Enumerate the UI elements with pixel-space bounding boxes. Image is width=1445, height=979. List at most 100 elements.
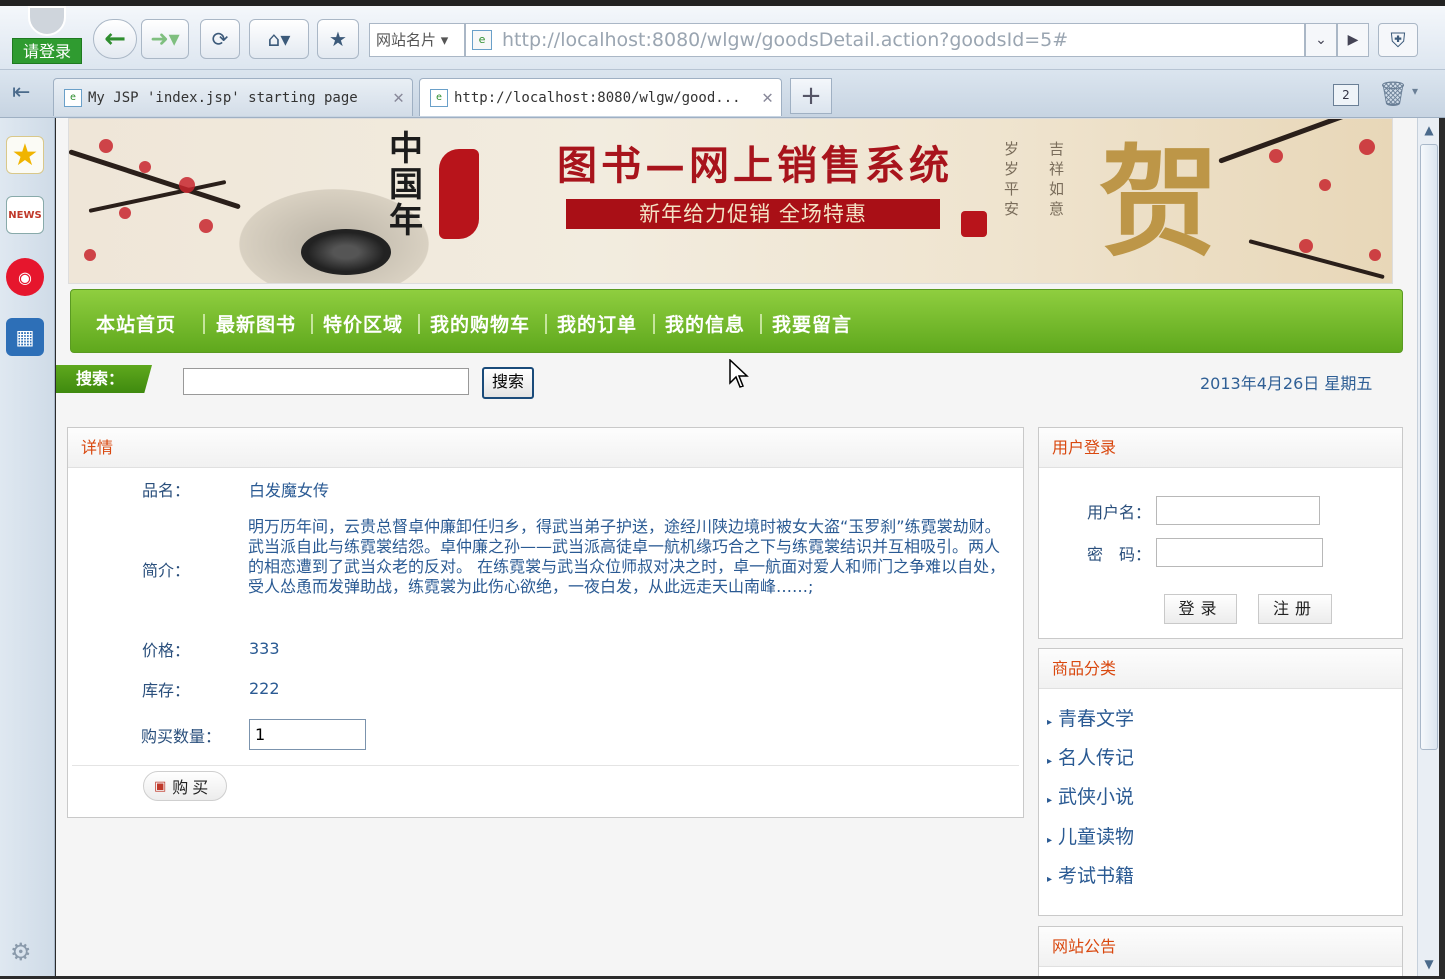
scroll-down-icon[interactable]: ▼ [1418,952,1440,976]
blossom-decoration [139,161,151,173]
nav-home[interactable]: 本站首页 [96,310,176,337]
address-bar[interactable]: e http://localhost:8080/wlgw/goodsDetail… [465,23,1305,57]
ink-stone-decoration [301,229,391,275]
category-item[interactable]: ▸ 儿童读物 [1047,822,1134,849]
branch-decoration [1218,119,1380,164]
vertical-scrollbar[interactable]: ▲ ▼ [1417,118,1439,976]
trash-icon[interactable]: 🗑 [1378,80,1408,108]
username-input[interactable] [1156,496,1320,525]
divider [72,765,1019,766]
branch-decoration [69,149,241,210]
quantity-input[interactable]: 1 [249,719,366,750]
shield-button[interactable]: ⛨ [1378,23,1418,57]
password-input[interactable] [1156,538,1323,567]
tab-count-icon[interactable]: 2 [1333,84,1359,106]
notice-panel: 网站公告 [1038,926,1403,976]
page-icon: e [472,30,492,50]
news-icon[interactable]: NEWS [6,196,44,234]
banner-big-char: 贺 [1099,132,1219,273]
login-badge[interactable]: 请登录 [12,38,82,64]
news-icon-text: NEWS [8,209,42,221]
nav-cart[interactable]: 我的购物车 [430,310,530,337]
category-item[interactable]: ▸ 名人传记 [1047,743,1134,770]
bullet-icon: ▸ [1047,835,1053,846]
chevron-down-icon: ▾ [436,31,449,49]
branch-decoration [1248,239,1385,280]
stock-value: 222 [249,679,280,698]
name-value: 白发魔女传 [249,481,330,500]
site-banner: 中国年 图书—网上销售系统 新年给力促销 全场特惠 岁岁平安 吉祥如意 贺 [68,118,1393,284]
category-label: 青春文学 [1058,708,1135,730]
bullet-icon: ▸ [1047,795,1053,806]
blossom-decoration [179,177,195,193]
shield-icon: ⛨ [1390,28,1406,52]
close-icon[interactable]: ✕ [762,87,773,108]
tab-label: http://localhost:8080/wlgw/good... [454,89,741,106]
page-icon: e [64,88,82,107]
category-item[interactable]: ▸ 武侠小说 [1047,782,1134,809]
username-label: 用户名： [1087,503,1152,522]
chevron-down-icon[interactable]: ▾ [1412,84,1418,98]
refresh-button[interactable]: ⟳ [200,19,240,59]
register-button[interactable]: 注册 [1258,594,1332,624]
scroll-up-icon[interactable]: ▲ [1418,118,1440,142]
product-detail-panel: 详情 品名： 白发魔女传 简介： 明万历年间，云贵总督卓仲廉卸任归乡，得武当弟子… [67,427,1024,818]
nav-orders[interactable]: 我的订单 [557,310,637,337]
close-icon[interactable]: ✕ [393,87,404,108]
price-label: 价格： [142,641,191,660]
bullet-icon: ▸ [1047,717,1053,728]
back-arrow-icon: ← [104,24,126,54]
address-dropdown-button[interactable]: ⌄ [1305,23,1337,57]
blossom-decoration [99,139,113,153]
panel-title: 网站公告 [1039,927,1402,967]
search-button[interactable]: 搜索 [482,367,534,399]
home-button[interactable]: ⌂▾ [249,19,309,59]
weibo-icon[interactable]: ◉ [6,258,44,296]
banner-logo-text: 中国年 [389,129,423,241]
category-item[interactable]: ▸ 青春文学 [1047,704,1134,731]
address-url[interactable]: http://localhost:8080/wlgw/goodsDetail.a… [502,29,1068,51]
collapse-sidebar-icon[interactable]: ⇤ [12,80,30,105]
buy-button[interactable]: ▣ 购买 [143,771,227,801]
tab-index-page[interactable]: e My JSP 'index.jsp' starting page ✕ [53,78,413,116]
category-label: 名人传记 [1058,747,1135,769]
nav-new-books[interactable]: 最新图书 [216,310,296,337]
window-right-edge [1439,118,1445,979]
page-icon: e [430,88,448,107]
refresh-icon: ⟳ [211,27,229,51]
back-button[interactable]: ← [93,19,137,59]
mouse-cursor-icon [729,359,749,388]
site-card-menu[interactable]: 网站名片 ▾ [369,23,465,57]
plus-icon: + [800,81,822,111]
user-avatar[interactable]: 请登录 [12,6,82,64]
buy-button-label: 购买 [172,778,213,797]
forward-button[interactable]: ➜▾ [141,19,189,59]
category-label: 考试书籍 [1058,865,1135,887]
mobile-icon[interactable]: ▦ [6,318,44,356]
panel-title: 商品分类 [1039,649,1402,689]
category-item[interactable]: ▸ 考试书籍 [1047,861,1134,888]
login-button[interactable]: 登录 [1164,594,1237,624]
user-login-panel: 用户登录 用户名： 密 码： 登录 注册 [1038,427,1403,639]
nav-special-offers[interactable]: 特价区域 [323,310,403,337]
play-icon: ▶ [1347,32,1359,48]
nav-divider [760,314,762,334]
nav-leave-message[interactable]: 我要留言 [772,310,852,337]
go-button[interactable]: ▶ [1337,23,1369,57]
blossom-decoration [84,249,96,261]
new-tab-button[interactable]: + [790,78,832,114]
gear-icon[interactable]: ⚙ [10,938,32,966]
blossom-decoration [199,219,213,233]
avatar-icon [28,6,66,36]
scroll-thumb[interactable] [1420,144,1438,750]
search-input[interactable] [183,368,469,395]
nav-my-info[interactable]: 我的信息 [665,310,745,337]
nav-divider [418,314,420,334]
bullet-icon: ▸ [1047,756,1053,767]
main-nav: 本站首页 最新图书 特价区域 我的购物车 我的订单 我的信息 我要留言 [70,289,1403,353]
category-label: 武侠小说 [1058,786,1135,808]
tab-goods-detail[interactable]: e http://localhost:8080/wlgw/good... ✕ [419,78,782,116]
favorites-star-icon[interactable]: ★ [6,136,44,174]
browser-toolbar: 请登录 ← ➜▾ ⟳ ⌂▾ ★ 网站名片 ▾ e http://localhos… [0,6,1445,70]
bookmark-button[interactable]: ★ [317,19,359,59]
